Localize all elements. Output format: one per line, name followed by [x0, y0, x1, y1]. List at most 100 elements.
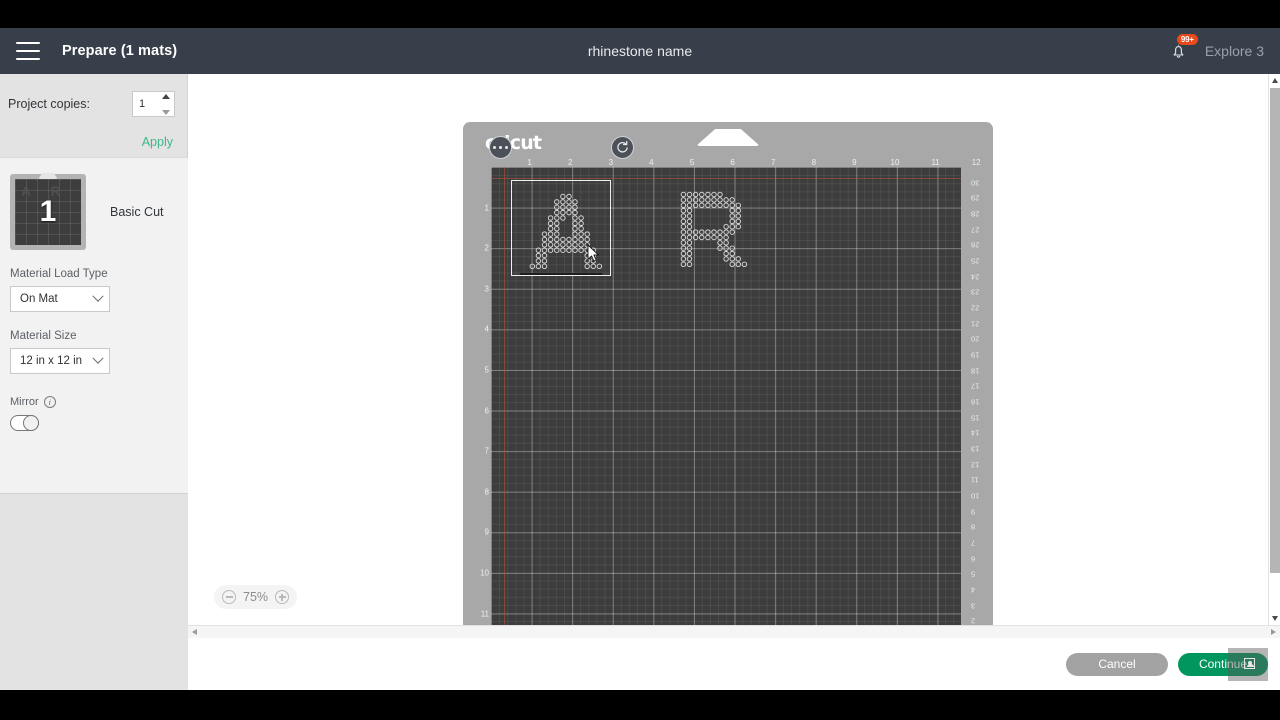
- zoom-control[interactable]: 75%: [214, 585, 298, 609]
- mat-number: 1: [39, 195, 57, 228]
- scroll-left-icon[interactable]: [192, 629, 197, 635]
- project-copies-stepper[interactable]: [132, 90, 175, 117]
- ruler-right-tick: 6: [971, 554, 976, 564]
- info-icon[interactable]: i: [43, 396, 56, 408]
- plus-circle-icon[interactable]: [275, 590, 290, 604]
- ruler-right-tick: 18: [971, 366, 980, 376]
- horizontal-scrollbar[interactable]: [188, 625, 1280, 638]
- cutting-mat[interactable]: cricut 1 2 3 4 5 6 7 8 9 10 11 12 1 2 3 4 5 6 7 8 9 10 11 30 2…: [463, 122, 993, 625]
- ruler-right-tick: 28: [971, 209, 980, 219]
- mat-canvas[interactable]: cricut 1 2 3 4 5 6 7 8 9 10 11 12 1 2 3 4 5 6 7 8 9 10 11 30 2…: [188, 74, 1268, 625]
- ruler-right-tick: 27: [971, 225, 980, 235]
- cancel-button[interactable]: Cancel: [1066, 652, 1168, 676]
- material-fields: Material Load Type On Mat Material Size …: [0, 268, 188, 431]
- mat-thumbnail[interactable]: A R 1: [10, 173, 86, 250]
- ruler-right-tick: 17: [971, 381, 980, 391]
- mirror-row: Mirror i: [10, 396, 188, 408]
- mat-more-options-button[interactable]: [489, 136, 512, 159]
- ruler-top-tick: 12: [971, 158, 981, 167]
- ruler-right-tick: 10: [971, 491, 980, 501]
- notifications-button[interactable]: 99+: [1167, 34, 1198, 64]
- ruler-right-tick: 4: [971, 585, 976, 595]
- ruler-top-tick: 9: [852, 158, 857, 167]
- user-avatar-icon: [1244, 658, 1255, 669]
- ruler-left-tick: 3: [484, 284, 489, 294]
- app-header: Prepare (1 mats) rhinestone name 99+ Exp…: [0, 28, 1280, 74]
- ruler-left-tick: 1: [484, 203, 489, 213]
- mirror-label: Mirror: [10, 396, 39, 408]
- ruler-right-tick: 22: [971, 303, 980, 313]
- mat-grid[interactable]: [491, 167, 961, 625]
- letter-R-object[interactable]: [656, 170, 766, 280]
- sidebar-empty-area: [0, 494, 188, 690]
- material-size-label: Material Size: [10, 330, 77, 342]
- ruler-right-tick: 13: [971, 444, 980, 454]
- ruler-right-tick: 30: [971, 178, 980, 188]
- mat-operation-label: Basic Cut: [110, 205, 164, 219]
- apply-button[interactable]: Apply: [142, 135, 173, 149]
- mat-rotate-button[interactable]: [611, 136, 634, 159]
- ruler-left-tick: 9: [484, 527, 489, 537]
- material-load-type-value: On Mat: [20, 293, 58, 305]
- ruler-top-tick: 10: [890, 158, 900, 167]
- ruler-right-tick: 21: [971, 319, 980, 329]
- chevron-down-icon: [92, 290, 104, 302]
- ruler-left-tick: 8: [484, 487, 489, 497]
- ruler-right-tick: 26: [971, 240, 980, 250]
- ruler-top-tick: 2: [567, 158, 573, 167]
- ellipsis-icon: [492, 145, 509, 150]
- ruler-right-tick: 2: [971, 616, 976, 625]
- vertical-scrollbar-thumb[interactable]: [1270, 88, 1280, 573]
- ruler-left-tick: 2: [484, 243, 489, 253]
- notification-bell-icon: [1173, 44, 1184, 58]
- ruler-top-tick: 11: [931, 158, 940, 167]
- letter-A-object[interactable]: [511, 172, 621, 282]
- project-copies-row: Project copies:: [0, 74, 187, 133]
- hamburger-menu-icon[interactable]: [16, 42, 40, 60]
- mat-list-item[interactable]: A R 1 Basic Cut: [0, 158, 188, 250]
- ruler-top-tick: 4: [649, 158, 654, 167]
- material-load-type-label: Material Load Type: [10, 268, 108, 280]
- chevron-down-icon: [92, 352, 104, 364]
- ruler-left-tick: 6: [484, 406, 489, 416]
- project-name: rhinestone name: [587, 43, 693, 59]
- ruler-left: 1 2 3 4 5 6 7 8 9 10 11: [469, 167, 491, 625]
- minus-circle-icon[interactable]: [222, 590, 236, 604]
- ruler-right-tick: 23: [971, 287, 980, 297]
- scroll-down-icon[interactable]: [1272, 616, 1278, 621]
- ruler-right-tick: 5: [971, 569, 976, 579]
- ruler-top: 1 2 3 4 5 6 7 8 9 10 11 12: [503, 152, 980, 167]
- apply-row: Apply: [0, 133, 187, 157]
- letterbox-bottom: [0, 690, 1280, 720]
- mat-top-tab: [696, 129, 760, 146]
- header-right-group: 99+ Explore 3: [1167, 28, 1264, 74]
- rotate-icon: [617, 140, 628, 153]
- ruler-right-tick: 24: [971, 272, 980, 282]
- ruler-left-tick: 10: [480, 568, 489, 578]
- footer-action-bar: Cancel Continue: [188, 638, 1280, 690]
- ruler-right-tick: 8: [971, 522, 976, 532]
- stepper-increment-icon[interactable]: [162, 93, 170, 99]
- scroll-up-icon[interactable]: [1272, 78, 1278, 83]
- material-size-select[interactable]: 12 in x 12 in: [10, 348, 110, 374]
- app-root: Prepare (1 mats) rhinestone name 99+ Exp…: [0, 0, 1280, 720]
- project-copies-input[interactable]: [133, 97, 161, 110]
- ruler-right-tick: 16: [971, 397, 980, 407]
- stepper-arrows: [162, 93, 170, 115]
- material-size-value: 12 in x 12 in: [20, 355, 83, 367]
- selection-baseline: [520, 273, 602, 275]
- stepper-decrement-icon[interactable]: [162, 109, 170, 115]
- machine-selector[interactable]: Explore 3: [1205, 43, 1264, 59]
- ruler-left-tick: 5: [484, 365, 489, 375]
- ruler-right-tick: 20: [971, 334, 980, 344]
- mirror-toggle-knob: [23, 415, 39, 431]
- ruler-right-tick: 9: [971, 507, 976, 517]
- zoom-level-value: 75%: [243, 590, 269, 604]
- material-load-type-select[interactable]: On Mat: [10, 286, 110, 312]
- ruler-left-tick: 11: [480, 609, 489, 619]
- mirror-toggle[interactable]: [10, 415, 39, 431]
- ruler-right-tick: 7: [971, 538, 976, 548]
- page-title: Prepare (1 mats): [62, 43, 178, 59]
- scroll-right-icon[interactable]: [1271, 629, 1276, 635]
- vertical-scrollbar[interactable]: [1268, 74, 1280, 625]
